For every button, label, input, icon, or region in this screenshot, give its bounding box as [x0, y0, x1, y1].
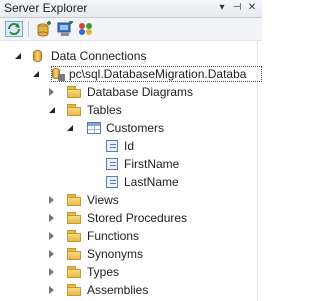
collapsed-arrow-icon[interactable] — [48, 196, 56, 204]
expanded-arrow-icon[interactable] — [48, 106, 56, 114]
tree-item-tables[interactable]: Tables — [0, 101, 262, 119]
tree-item-stored-procedures[interactable]: Stored Procedures — [0, 209, 262, 227]
tree-item-label: Synonyms — [87, 247, 144, 261]
folder-icon — [66, 84, 82, 100]
tree-item-column[interactable]: LastName — [0, 173, 262, 191]
tree-item-label: FirstName — [124, 157, 180, 171]
folder-icon — [66, 282, 82, 298]
title-bar: Server Explorer ▾ ⊣ ✕ — [0, 0, 262, 18]
tree-item-column[interactable]: FirstName — [0, 155, 262, 173]
tree-item-database-diagrams[interactable]: Database Diagrams — [0, 83, 262, 101]
close-icon[interactable]: ✕ — [245, 1, 259, 15]
collapsed-arrow-icon[interactable] — [48, 250, 56, 258]
tree-item-label: Tables — [87, 103, 122, 117]
folder-icon — [66, 210, 82, 226]
tree-item-label: pc\sql.DatabaseMigration.Databa — [69, 67, 247, 81]
tree-item-column[interactable]: Id — [0, 137, 262, 155]
tree-item-label: Types — [87, 265, 120, 279]
tree-item-label: Stored Procedures — [87, 211, 188, 225]
tree-item-views[interactable]: Views — [0, 191, 262, 209]
expanded-arrow-icon[interactable] — [66, 124, 74, 132]
tree-item-label: Id — [124, 139, 135, 153]
tree-item-label: Database Diagrams — [87, 85, 194, 99]
tree-item-label: Views — [87, 193, 119, 207]
tree-item-synonyms[interactable]: Synonyms — [0, 245, 262, 263]
tree-item-label: Data Connections — [51, 49, 147, 63]
folder-icon — [66, 102, 82, 118]
window-title: Server Explorer — [4, 1, 88, 15]
tree-item-types[interactable]: Types — [0, 263, 262, 281]
tree-item-label: LastName — [124, 175, 179, 189]
collapsed-arrow-icon[interactable] — [48, 268, 56, 276]
collapsed-arrow-icon[interactable] — [48, 232, 56, 240]
tree-item-data-connections[interactable]: Data Connections — [0, 47, 262, 65]
tree-item-label: Customers — [106, 121, 165, 135]
toolbar-separator — [28, 21, 29, 37]
pin-icon[interactable]: ⊣ — [230, 1, 244, 15]
tree-item-connection[interactable]: pc\sql.DatabaseMigration.Databa — [0, 65, 262, 83]
expanded-arrow-icon[interactable] — [14, 52, 22, 60]
tree-item-customers[interactable]: Customers — [0, 119, 262, 137]
table-icon — [86, 120, 102, 136]
data-connections-icon — [30, 48, 46, 64]
azure-button[interactable] — [77, 21, 95, 37]
folder-icon — [66, 228, 82, 244]
tree-item-functions[interactable]: Functions — [0, 227, 262, 245]
azure-icon — [79, 23, 92, 35]
connect-to-database-icon — [37, 21, 51, 37]
column-icon — [104, 156, 120, 172]
collapsed-arrow-icon[interactable] — [48, 214, 56, 222]
tree-item-label: Functions — [87, 229, 140, 243]
connect-to-server-icon — [57, 20, 73, 36]
collapsed-arrow-icon[interactable] — [48, 286, 56, 294]
folder-icon — [66, 246, 82, 262]
server-tree: Data Connections pc\sql.DatabaseMigratio… — [0, 41, 262, 301]
refresh-icon — [8, 23, 20, 35]
refresh-button[interactable] — [5, 21, 23, 37]
tree-item-assemblies[interactable]: Assemblies — [0, 281, 262, 299]
column-icon — [104, 138, 120, 154]
folder-icon — [66, 264, 82, 280]
collapsed-arrow-icon[interactable] — [48, 88, 56, 96]
expanded-arrow-icon[interactable] — [32, 70, 40, 78]
tree-item-label: Assemblies — [87, 283, 149, 297]
toolbar — [0, 18, 262, 41]
folder-icon — [66, 192, 82, 208]
dropdown-icon[interactable]: ▾ — [215, 1, 229, 15]
connect-to-server-button[interactable] — [56, 20, 74, 37]
connect-to-database-button[interactable] — [35, 21, 53, 37]
column-icon — [104, 174, 120, 190]
